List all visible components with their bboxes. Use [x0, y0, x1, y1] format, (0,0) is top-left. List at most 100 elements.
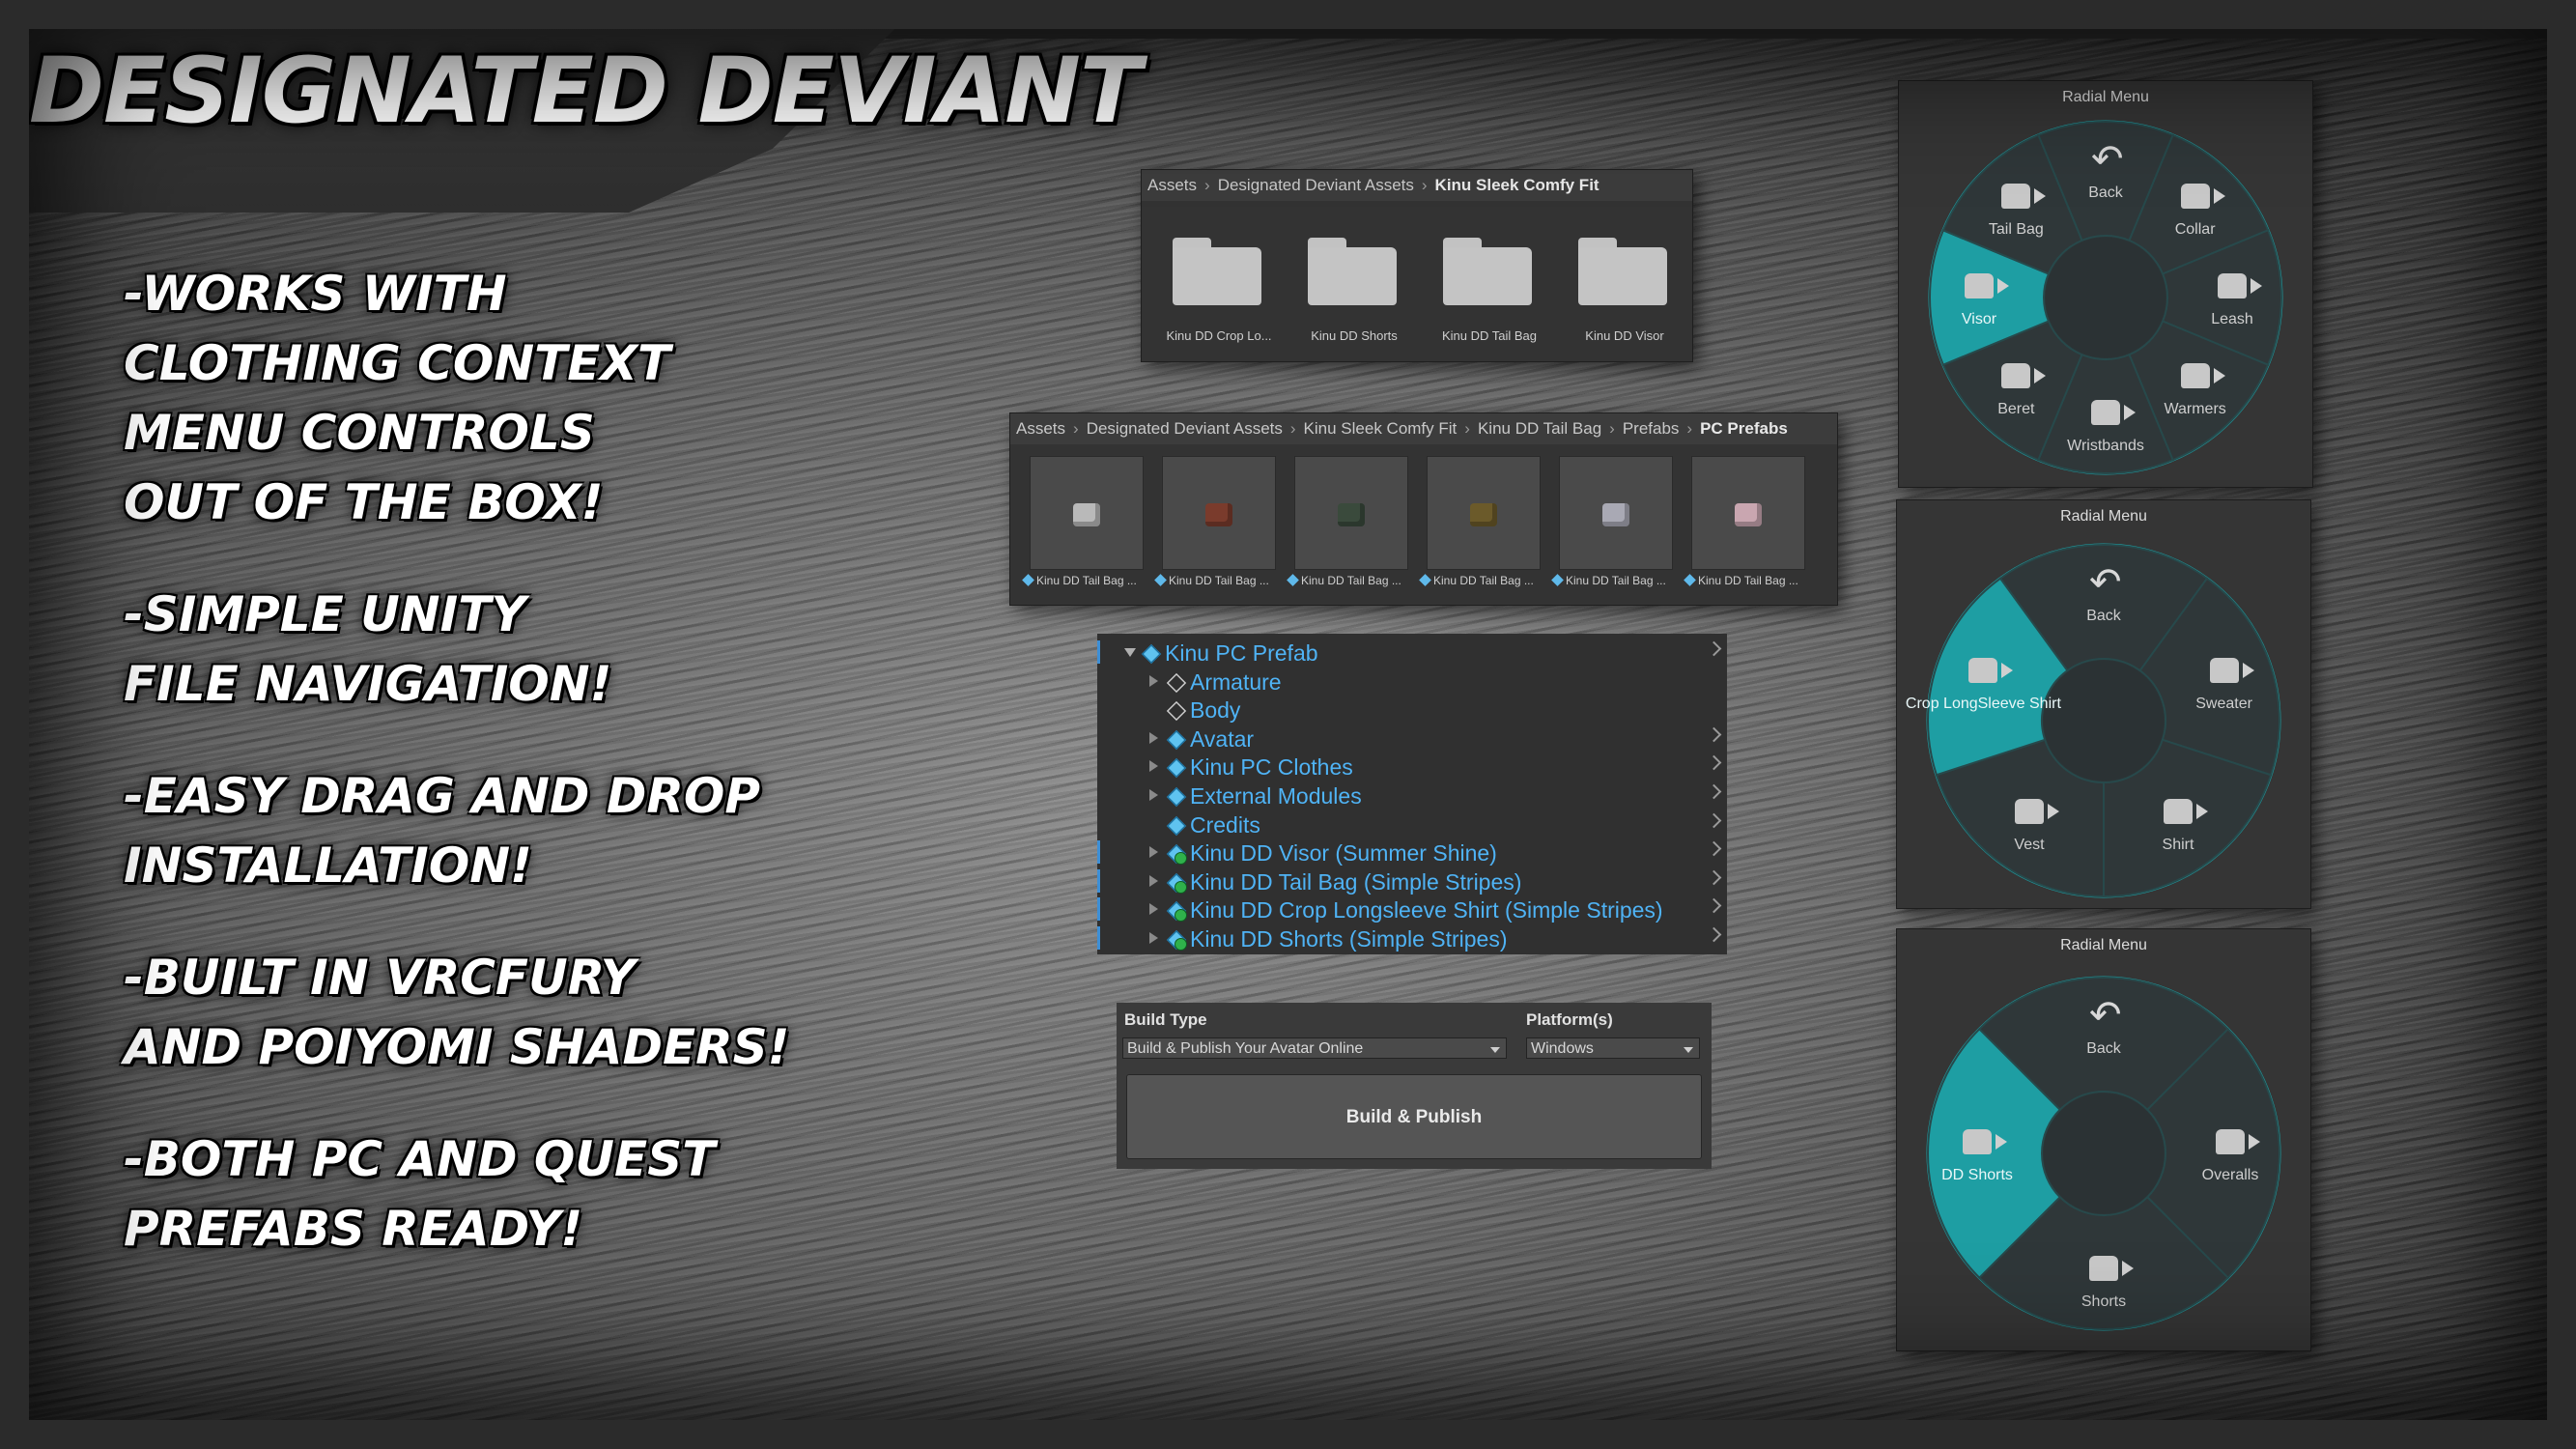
feature-line: CLOTHING CONTEXT [124, 335, 671, 391]
expand-arrow-icon[interactable] [1149, 874, 1158, 887]
breadcrumb-separator-icon: › [1204, 176, 1210, 194]
prefab-asset[interactable]: Kinu DD Tail Bag ... [1551, 456, 1673, 587]
prefab-cube-icon [1684, 574, 1696, 586]
platform-dropdown[interactable]: Windows [1526, 1037, 1700, 1059]
selection-bar [1097, 897, 1100, 922]
prefab-thumbnail [1030, 456, 1144, 570]
expand-arrow-icon[interactable] [1149, 731, 1158, 744]
chevron-down-icon [1684, 1047, 1693, 1053]
chevron-right-icon[interactable] [1706, 755, 1722, 771]
prefab-label: Kinu DD Tail Bag ... [1154, 574, 1291, 587]
feature-item: -WORKS WITH CLOTHING CONTEXT MENU CONTROLS… [124, 259, 935, 537]
chevron-right-icon[interactable] [1706, 840, 1722, 857]
prefab-asset[interactable]: Kinu DD Tail Bag ... [1684, 456, 1805, 587]
project-prefab-panel: Assets › Designated Deviant Assets › Kinu Sl… [1010, 413, 1837, 605]
prefab-name: Kinu DD Tail Bag ... [1169, 574, 1269, 587]
expand-arrow-icon[interactable] [1149, 846, 1158, 859]
radial-menu-title: Radial Menu [2060, 508, 2147, 525]
radial-item-label: Leash [2211, 311, 2253, 327]
breadcrumb-item[interactable]: Assets [1147, 176, 1197, 194]
radial-item-label: Back [2086, 1040, 2121, 1057]
toggle-submenu-icon [2163, 798, 2208, 824]
hierarchy-label: Kinu PC Clothes [1190, 754, 1353, 781]
hierarchy-row[interactable]: Kinu DD Visor (Summer Shine) [1097, 838, 1727, 866]
hierarchy-row[interactable]: Avatar [1097, 724, 1727, 752]
expand-arrow-icon[interactable] [1149, 932, 1158, 944]
folder-item[interactable]: Kinu DD Crop Lo... [1151, 220, 1277, 355]
folder-item[interactable]: Kinu DD Shorts [1287, 220, 1412, 355]
prefab-cube-icon [1165, 728, 1187, 750]
chevron-right-icon[interactable] [1706, 898, 1722, 914]
radial-center [2046, 238, 2166, 357]
radial-item-label: Back [2086, 608, 2121, 624]
tail-bag-preview [1338, 503, 1365, 526]
folder-label: Kinu DD Tail Bag [1441, 328, 1538, 343]
folder-icon [1578, 238, 1667, 305]
cube-shape [1141, 643, 1162, 665]
hierarchy-row[interactable]: Kinu DD Crop Longsleeve Shirt (Simple St… [1097, 895, 1727, 923]
prefab-asset[interactable]: Kinu DD Tail Bag ... [1419, 456, 1541, 587]
hierarchy-row[interactable]: Body [1097, 695, 1727, 723]
hierarchy-row[interactable]: Kinu PC Prefab [1097, 638, 1727, 666]
prefab-asset[interactable]: Kinu DD Tail Bag ... [1154, 456, 1276, 587]
chevron-right-icon[interactable] [1706, 926, 1722, 943]
breadcrumb-item[interactable]: Kinu DD Tail Bag [1478, 419, 1601, 438]
hierarchy-row[interactable]: External Modules [1097, 781, 1727, 809]
expand-arrow-icon[interactable] [1149, 903, 1158, 916]
radial-item-label: Beret [1997, 400, 2035, 417]
chevron-right-icon[interactable] [1706, 726, 1722, 743]
hierarchy-row[interactable]: Armature [1097, 667, 1727, 695]
chevron-right-icon[interactable] [1706, 783, 1722, 800]
expand-arrow-icon[interactable] [1149, 674, 1158, 687]
feature-item: -BUILT IN VRCFURY AND POIYOMI SHADERS! [124, 943, 935, 1082]
chevron-right-icon[interactable] [1706, 812, 1722, 828]
breadcrumb-item[interactable]: Assets [1016, 419, 1065, 438]
chevron-right-icon[interactable] [1706, 869, 1722, 886]
folder-icon [1173, 238, 1261, 305]
hierarchy-label: External Modules [1190, 783, 1362, 809]
prefab-thumbnail [1162, 456, 1276, 570]
breadcrumb-item[interactable]: Designated Deviant Assets [1218, 176, 1414, 194]
breadcrumb: Assets › Designated Deviant Assets › Kinu Sl… [1142, 170, 1692, 202]
expand-arrow-open-icon[interactable] [1124, 648, 1136, 657]
radial-item-label: Shirt [2162, 836, 2194, 853]
breadcrumb-item[interactable]: Kinu Sleek Comfy Fit [1304, 419, 1458, 438]
radial-item-label: Warmers [2164, 400, 2226, 417]
build-type-dropdown[interactable]: Build & Publish Your Avatar Online [1122, 1037, 1507, 1059]
breadcrumb-item[interactable]: Kinu Sleek Comfy Fit [1435, 176, 1599, 194]
chevron-right-icon[interactable] [1706, 640, 1722, 657]
toggle-submenu-icon [1965, 273, 2009, 298]
prefab-asset[interactable]: Kinu DD Tail Bag ... [1287, 456, 1408, 587]
expand-arrow-icon[interactable] [1149, 760, 1158, 773]
hierarchy-label: Kinu DD Crop Longsleeve Shirt (Simple St… [1190, 897, 1663, 923]
hierarchy-row[interactable]: Credits [1097, 810, 1727, 838]
radial-menu-title: Radial Menu [2062, 89, 2149, 105]
toggle-submenu-icon [2180, 184, 2225, 210]
hierarchy-label: Kinu DD Tail Bag (Simple Stripes) [1190, 868, 1522, 895]
prefab-label: Kinu DD Tail Bag ... [1022, 574, 1159, 587]
breadcrumb-separator-icon: › [1464, 419, 1470, 438]
folder-item[interactable]: Kinu DD Visor [1557, 220, 1683, 355]
breadcrumb-item[interactable]: Designated Deviant Assets [1087, 419, 1283, 438]
radial-item-label: Overalls [2201, 1167, 2259, 1183]
play-arrow-icon [1997, 278, 2009, 294]
hierarchy-label: Kinu DD Shorts (Simple Stripes) [1190, 926, 1508, 952]
build-publish-button[interactable]: Build & Publish [1126, 1074, 1702, 1159]
cube-shape [1166, 729, 1187, 750]
hierarchy-row[interactable]: Kinu DD Tail Bag (Simple Stripes) [1097, 867, 1727, 895]
toggle-submenu-icon [2001, 362, 2047, 388]
radial-item-label: Wristbands [2067, 438, 2144, 454]
prefab-thumbnail [1294, 456, 1408, 570]
expand-arrow-icon[interactable] [1149, 789, 1158, 801]
hierarchy-row[interactable]: Kinu PC Clothes [1097, 752, 1727, 780]
breadcrumb-item[interactable]: Prefabs [1623, 419, 1680, 438]
prefab-cube-icon [1022, 574, 1034, 586]
plus-badge-icon [1175, 880, 1187, 894]
prefab-asset[interactable]: Kinu DD Tail Bag ... [1022, 456, 1144, 587]
folder-item[interactable]: Kinu DD Tail Bag [1422, 220, 1547, 355]
hierarchy-row[interactable]: Kinu DD Shorts (Simple Stripes) [1097, 923, 1727, 952]
prefab-cube-icon [1154, 574, 1167, 586]
hierarchy-label: Armature [1190, 668, 1282, 695]
breadcrumb-item[interactable]: PC Prefabs [1700, 419, 1788, 438]
radial-item-label: Crop LongSleeve Shirt [1905, 695, 2061, 712]
